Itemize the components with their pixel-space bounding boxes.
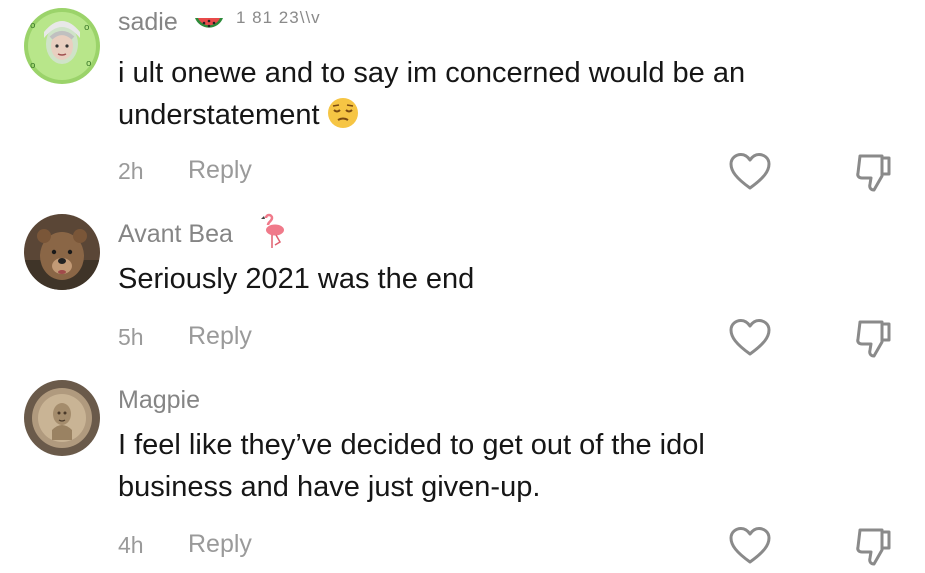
comment-item: o o o o sadie 1 81 23\\v i ult onewe and… [0, 0, 925, 200]
reply-button[interactable]: Reply [188, 322, 252, 351]
comment-timestamp: 5h [118, 324, 144, 350]
svg-text:o: o [84, 23, 90, 33]
comment-username[interactable]: sadie [118, 8, 178, 37]
comment-text: I feel like they’ve decided to get out o… [118, 424, 858, 508]
dislike-thumb-icon[interactable] [854, 152, 894, 194]
comment-text-line: Seriously 2021 was the end [118, 263, 475, 295]
avatar[interactable]: o o o o [24, 8, 100, 84]
comment-text: i ult onewe and to say im concerned woul… [118, 52, 858, 142]
comment-timestamp: 2h [118, 158, 144, 184]
avatar[interactable] [24, 214, 100, 290]
pensive-face-icon [326, 96, 360, 142]
like-heart-icon[interactable] [728, 318, 772, 358]
comment-text-line: i ult onewe and to say im concerned woul… [118, 57, 746, 89]
user-badge-text: 1 81 23\\v [236, 8, 321, 27]
avatar[interactable] [24, 380, 100, 456]
comment-text-line: business and have just given-up. [118, 471, 541, 503]
comment-timestamp: 4h [118, 532, 144, 558]
flamingo-icon [258, 212, 288, 255]
comment-text-line: I feel like they’ve decided to get out o… [118, 429, 705, 461]
svg-text:o: o [30, 61, 36, 71]
reply-button[interactable]: Reply [188, 156, 252, 185]
dislike-thumb-icon[interactable] [854, 526, 894, 568]
comment-item: Magpie I feel like they’ve decided to ge… [0, 370, 925, 572]
like-heart-icon[interactable] [728, 152, 772, 192]
dislike-thumb-icon[interactable] [854, 318, 894, 360]
comment-username[interactable]: Magpie [118, 386, 200, 415]
comment-username[interactable]: Avant Bea [118, 220, 233, 249]
comment-text-line: understatement [118, 94, 858, 142]
svg-text:o: o [86, 59, 92, 69]
reply-button[interactable]: Reply [188, 530, 252, 559]
watermelon-icon [192, 10, 226, 47]
comment-text: Seriously 2021 was the end [118, 258, 858, 300]
comment-item: Avant Bea Seriously 2021 was the end 5h … [0, 200, 925, 370]
like-heart-icon[interactable] [728, 526, 772, 566]
comment-text-fragment: understatement [118, 99, 320, 131]
svg-text:o: o [30, 21, 36, 31]
